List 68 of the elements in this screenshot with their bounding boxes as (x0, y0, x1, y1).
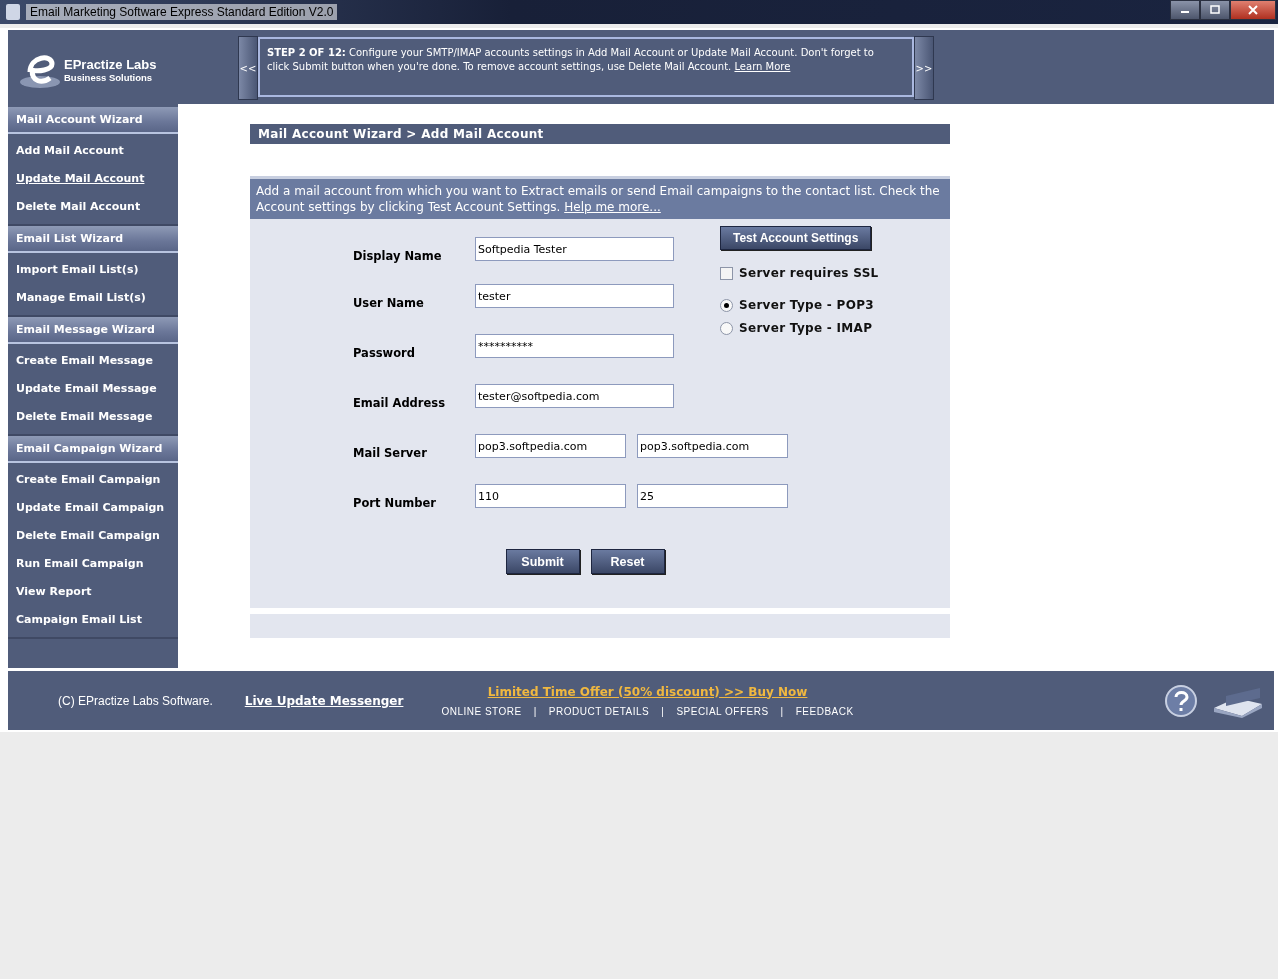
sidebar-item[interactable]: Run Email Campaign (8, 550, 178, 578)
sidebar-section-header[interactable]: Email Campaign Wizard (8, 436, 178, 463)
footer-link[interactable]: PRODUCT DETAILS (548, 705, 650, 717)
sidebar-item[interactable]: Create Email Campaign (8, 466, 178, 494)
input-field[interactable]: pop3.softpedia.com (475, 434, 626, 458)
sidebar-section-header[interactable]: Email Message Wizard (8, 317, 178, 344)
next-step-button[interactable]: >> (914, 36, 934, 100)
sidebar-item[interactable]: Import Email List(s) (8, 256, 178, 284)
input-field[interactable]: Softpedia Tester (475, 237, 674, 261)
input-field[interactable]: pop3.softpedia.com (637, 434, 788, 458)
input-field[interactable]: tester (475, 284, 674, 308)
separator: | (661, 705, 665, 717)
radio-label: Server Type - POP3 (739, 298, 874, 312)
input-field[interactable]: 25 (637, 484, 788, 508)
field-label: Password (353, 345, 416, 360)
live-update-link[interactable]: Live Update Messenger (244, 693, 404, 708)
footer-link[interactable]: FEEDBACK (795, 705, 854, 717)
input-field[interactable]: ********** (475, 334, 674, 358)
radio-label: Server Type - IMAP (739, 321, 873, 335)
maximize-button[interactable] (1200, 0, 1230, 20)
sidebar-item[interactable]: Update Mail Account (8, 165, 178, 193)
test-account-settings-button[interactable]: Test Account Settings (720, 226, 872, 250)
radio-button[interactable] (720, 298, 733, 312)
help-link[interactable]: Help me more... (564, 200, 661, 214)
checkbox-label: Server requires SSL (739, 266, 879, 280)
learn-more-link[interactable]: Learn More (734, 61, 791, 72)
sidebar-item[interactable]: Delete Mail Account (8, 193, 178, 221)
sidebar-item[interactable]: Campaign Email List (8, 606, 178, 634)
previous-step-button[interactable]: << (238, 36, 258, 100)
sidebar-item[interactable]: View Report (8, 578, 178, 606)
sidebar-section-header[interactable]: Mail Account Wizard (8, 107, 178, 134)
sidebar-item[interactable]: Manage Email List(s) (8, 284, 178, 312)
sidebar-item[interactable]: Update Email Message (8, 375, 178, 403)
footer-link[interactable]: ONLINE STORE (441, 705, 522, 717)
input-field[interactable]: tester@softpedia.com (475, 384, 674, 408)
separator: | (780, 705, 784, 717)
window-title: Email Marketing Software Express Standard Edition V2.0 (26, 4, 338, 20)
radio-button[interactable] (720, 321, 733, 335)
maximize-icon (1209, 5, 1221, 15)
sidebar-item[interactable]: Create Email Message (8, 347, 178, 375)
intro-text: Add a mail account from which you want to Extract emails or send Email campaigns to the contact list. Check the Account settings by clicking Test Account Settings. Help me more... (250, 179, 950, 219)
footer-link[interactable]: SPECIAL OFFERS (676, 705, 769, 717)
offer-link[interactable]: Limited Time Offer (50% discount) >> Buy Now (487, 684, 808, 699)
sidebar-item[interactable]: Delete Email Message (8, 403, 178, 431)
separator: | (533, 705, 537, 717)
help-icon[interactable] (1164, 683, 1198, 718)
form-button[interactable]: Reset (590, 549, 665, 574)
step-instructions: STEP 2 OF 12: Configure your SMTP/IMAP accounts settings in Add Mail Account or Update Mail Account. Don't forget to click Submit button when you're done. To remove account settings, use Delete Mail Account. Learn More (267, 46, 875, 74)
form-button[interactable]: Submit (505, 549, 580, 574)
minimize-button[interactable] (1170, 0, 1200, 20)
checkbox[interactable] (720, 266, 733, 280)
copyright-text: (C) EPractize Labs Software. (58, 693, 213, 708)
app-icon (6, 4, 20, 20)
field-label: Mail Server (353, 445, 428, 460)
input-field[interactable]: 110 (475, 484, 626, 508)
field-label: Port Number (353, 495, 437, 510)
logo-name: EPractize Labs (64, 57, 157, 72)
field-label: User Name (353, 295, 425, 310)
close-button[interactable] (1230, 0, 1276, 20)
field-label: Email Address (353, 395, 446, 410)
logo-tagline: Business Solutions (64, 72, 154, 83)
sidebar-item[interactable]: Add Mail Account (8, 137, 178, 165)
sidebar-item[interactable]: Update Email Campaign (8, 494, 178, 522)
sidebar-item[interactable]: Delete Email Campaign (8, 522, 178, 550)
close-icon (1247, 5, 1259, 15)
sidebar-section-header[interactable]: Email List Wizard (8, 226, 178, 253)
field-label: Display Name (353, 248, 443, 263)
breadcrumb: Mail Account Wizard > Add Mail Account (250, 124, 950, 144)
